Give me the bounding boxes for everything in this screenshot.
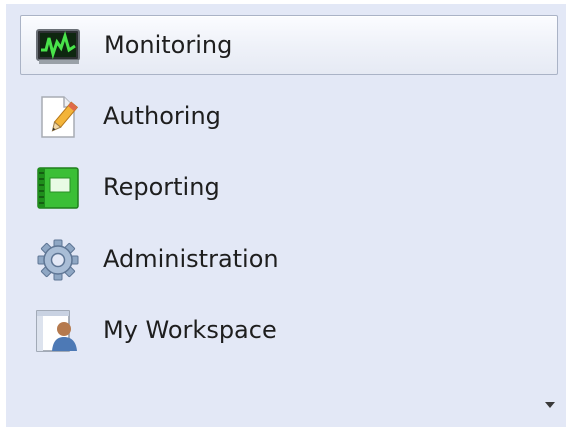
nav-item-authoring[interactable]: Authoring [20,87,558,147]
nav-label-my-workspace: My Workspace [103,316,277,344]
wunderbar-navigation-pane: Monitoring Authoring Reporting Administr… [6,4,566,427]
chevron-down-icon[interactable] [544,395,556,408]
nav-label-administration: Administration [103,245,279,273]
nav-item-my-workspace[interactable]: My Workspace [20,301,558,361]
my-workspace-icon [34,309,82,353]
monitoring-icon [35,24,83,68]
nav-item-reporting[interactable]: Reporting [20,158,558,218]
nav-label-monitoring: Monitoring [104,31,233,59]
reporting-icon [34,166,82,210]
authoring-icon [34,95,82,139]
administration-icon [34,238,82,282]
nav-label-reporting: Reporting [103,173,220,201]
nav-item-monitoring[interactable]: Monitoring [20,15,558,75]
nav-label-authoring: Authoring [103,102,221,130]
nav-item-administration[interactable]: Administration [20,230,558,290]
